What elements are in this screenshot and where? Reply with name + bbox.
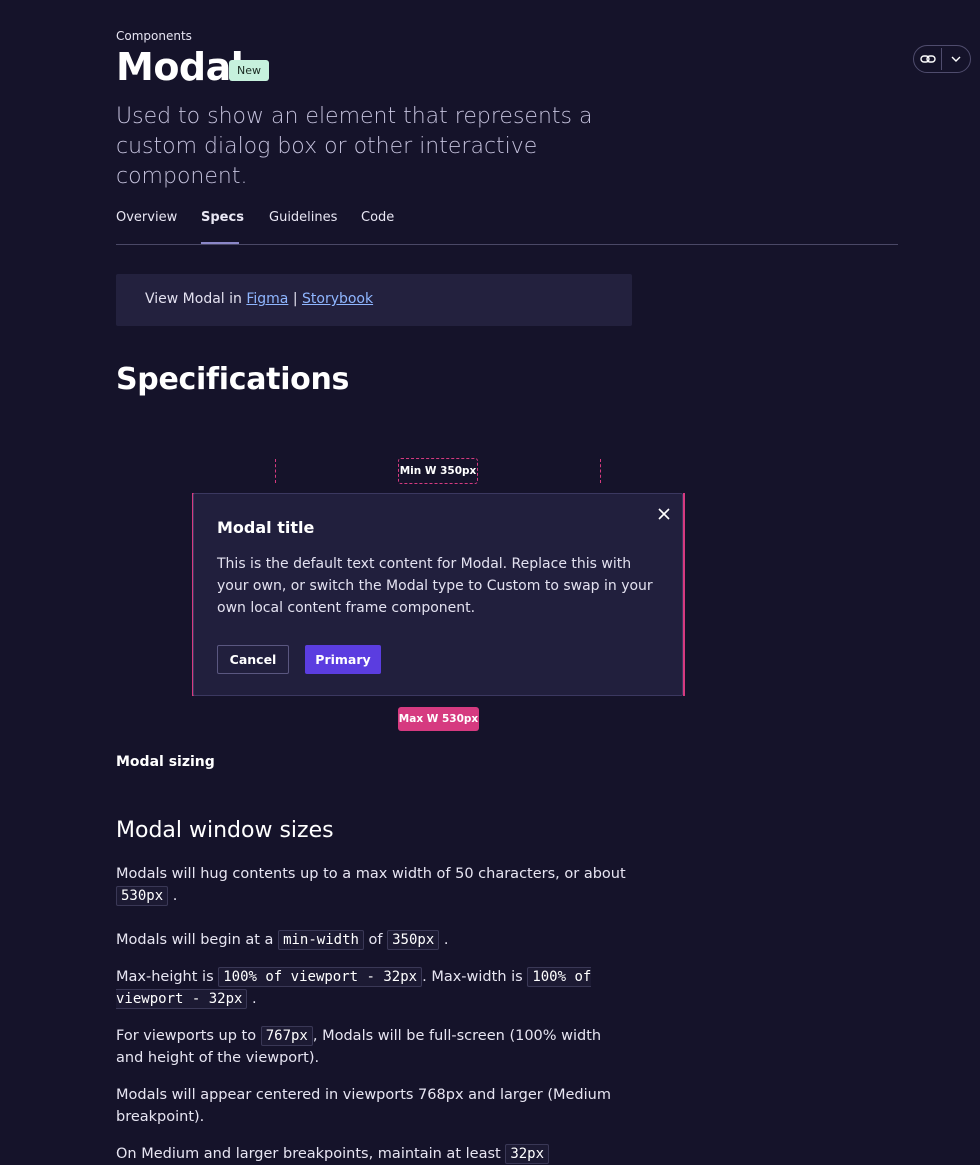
paragraph-max-width: Modals will hug contents up to a max wid… [116, 866, 626, 906]
code-350px: 350px [387, 930, 440, 950]
page-title: Modal [116, 45, 244, 89]
max-width-label: Max W 530px [398, 707, 479, 731]
close-icon [658, 508, 670, 520]
modal-body-text: This is the default text content for Mod… [217, 556, 653, 616]
link-icon [919, 55, 936, 63]
callout-text: View Modal in Figma | Storybook [145, 291, 373, 307]
paragraph-text: Modals will appear centered in viewports… [116, 1087, 611, 1125]
paragraph-text: Max-height is [116, 969, 214, 985]
paragraph-max-height: Max-height is 100% of viewport - 32px. M… [116, 967, 592, 1009]
specifications-heading: Specifications [116, 362, 350, 397]
code-767px: 767px [260, 1026, 313, 1046]
page-description: Used to show an element that represents … [116, 104, 593, 189]
paragraph-text: of [368, 932, 383, 948]
tab-code[interactable]: Code [361, 210, 394, 225]
primary-button[interactable]: Primary [305, 645, 381, 674]
max-width-guide-right [683, 493, 685, 696]
modal-close-button[interactable] [654, 504, 674, 524]
share-button-group [913, 45, 971, 73]
figure-caption: Modal sizing [116, 754, 215, 770]
paragraph-min-width: Modals will begin at a min-width of 350p… [116, 930, 449, 950]
figma-link[interactable]: Figma [246, 291, 288, 307]
paragraph-full-screen: For viewports up to 767px, Modals will b… [116, 1025, 626, 1069]
paragraph-centered: Modals will appear centered in viewports… [116, 1084, 626, 1128]
paragraph-margin: On Medium and larger breakpoints, mainta… [116, 1143, 626, 1165]
callout-separator: | [292, 291, 298, 307]
paragraph-text: For viewports up to [116, 1028, 257, 1044]
tab-bar: Overview Specs Guidelines Code [116, 204, 898, 245]
modal-example: Modal title This is the default text con… [193, 493, 683, 696]
share-menu-button[interactable] [942, 46, 969, 72]
paragraph-text: Modals will hug contents up to a max wid… [116, 866, 626, 882]
status-badge: New [229, 60, 269, 81]
paragraph-text: On Medium and larger breakpoints, mainta… [116, 1146, 501, 1162]
min-width-guide-right [600, 459, 601, 483]
paragraph-text: Modals will begin at a [116, 932, 274, 948]
tab-overview[interactable]: Overview [116, 210, 177, 225]
code-min-width: min-width [278, 930, 364, 950]
resource-links-callout: View Modal in Figma | Storybook [116, 274, 632, 326]
paragraph-text: . Max-width is [422, 969, 523, 985]
cancel-button[interactable]: Cancel [217, 645, 289, 674]
modal-title: Modal title [217, 518, 315, 537]
code-max-height: 100% of viewport - 32px [218, 967, 423, 987]
storybook-link[interactable]: Storybook [302, 291, 373, 307]
code-32px: 32px [505, 1144, 550, 1164]
min-width-guide-left [275, 459, 276, 483]
tab-specs[interactable]: Specs [201, 210, 244, 225]
breadcrumb[interactable]: Components [116, 29, 192, 43]
modal-window-sizes-heading: Modal window sizes [116, 818, 334, 843]
copy-link-button[interactable] [914, 46, 941, 72]
tab-guidelines[interactable]: Guidelines [269, 210, 337, 225]
active-tab-indicator [201, 242, 239, 244]
code-530px: 530px [116, 886, 169, 906]
min-width-label: Min W 350px [398, 458, 478, 484]
callout-prefix: View Modal in [145, 291, 242, 307]
chevron-down-icon [951, 56, 960, 62]
